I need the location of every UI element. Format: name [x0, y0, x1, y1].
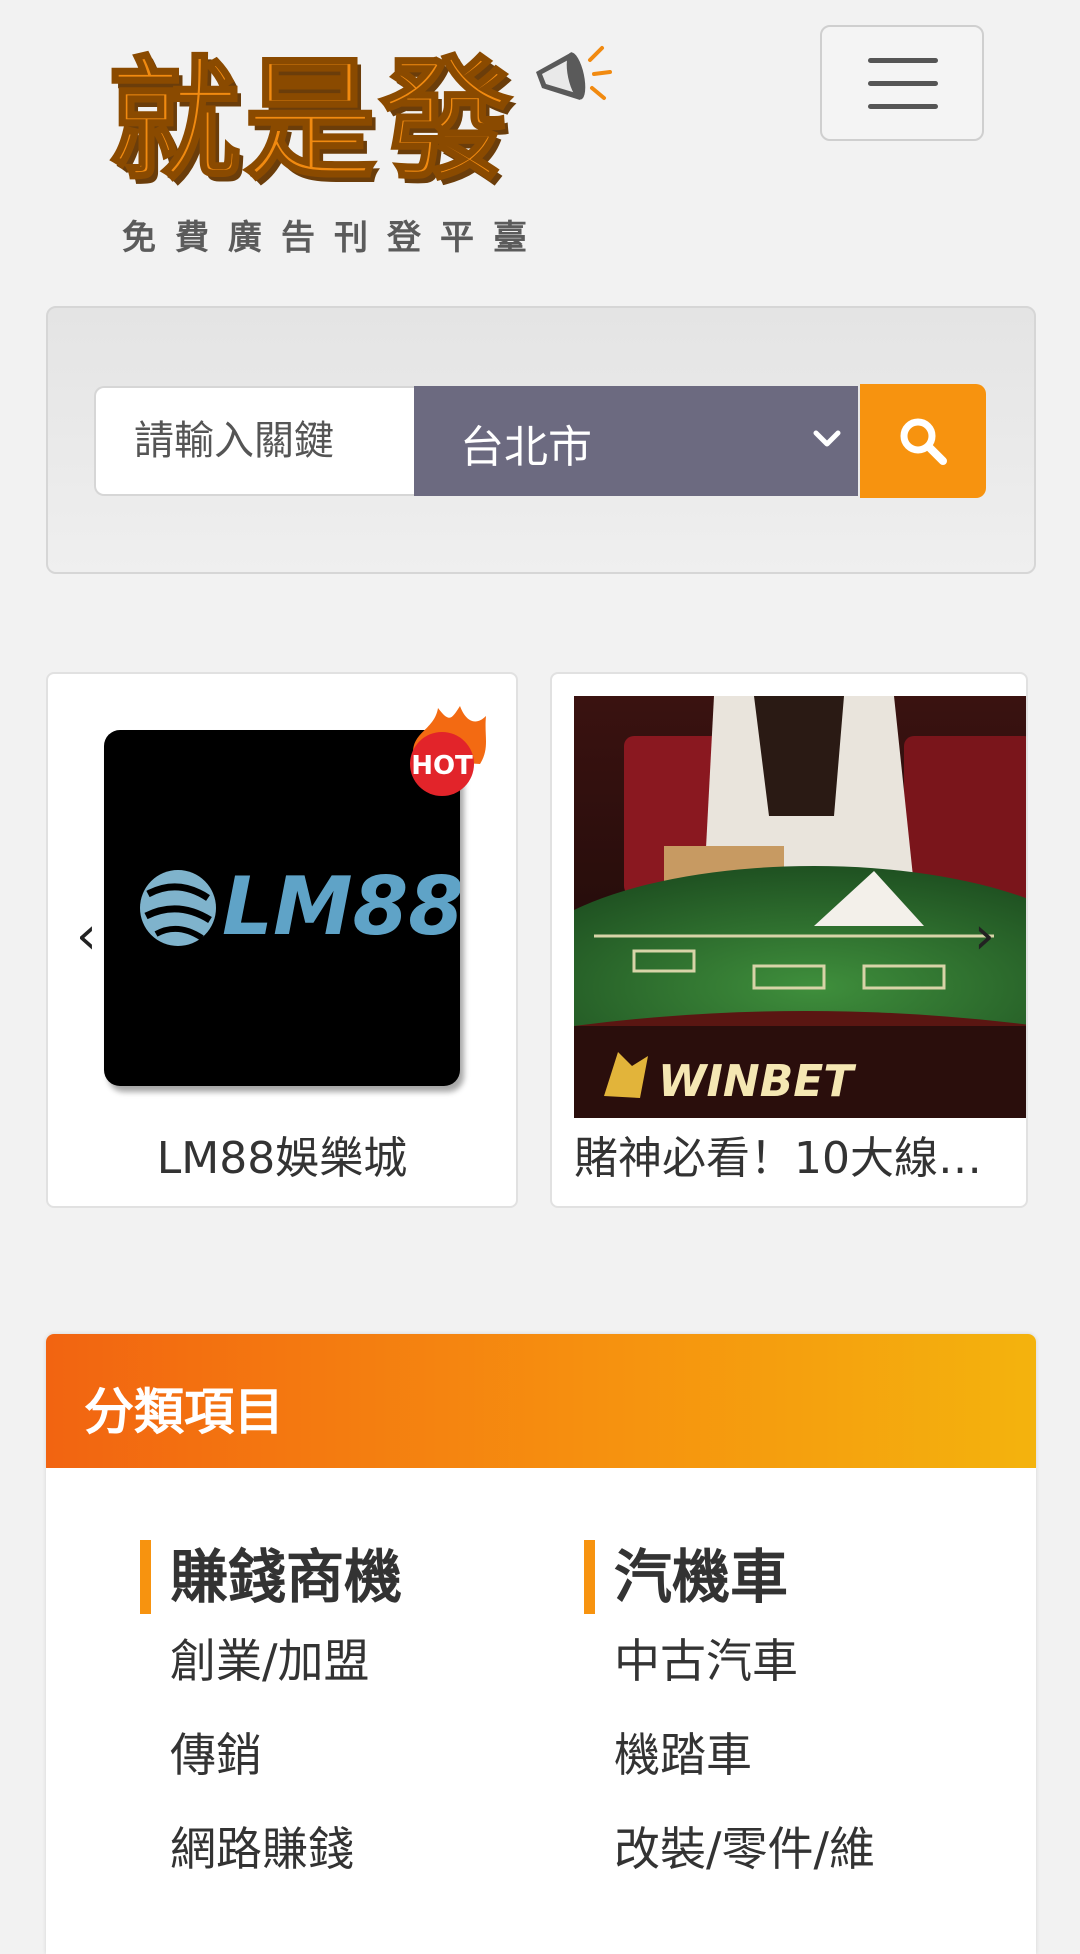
megaphone-icon [536, 46, 612, 100]
category-group: 賺錢商機 創業/加盟 傳銷 網路賺錢 [140, 1540, 402, 1896]
menu-bar-icon [868, 104, 938, 109]
search-input[interactable] [94, 386, 414, 496]
category-group: 汽機車 中古汽車 機踏車 改裝/零件/維 [584, 1540, 875, 1896]
city-select-value: 台北市 [460, 422, 592, 473]
hamburger-menu-button[interactable] [820, 25, 984, 141]
category-link[interactable]: 機踏車 [584, 1708, 875, 1802]
site-logo[interactable]: 就是發 免費廣告刊登平臺 [107, 36, 612, 266]
carousel-prev-button[interactable]: ‹ [76, 906, 97, 966]
carousel-next-button[interactable]: › [974, 906, 995, 966]
logo-title: 就是發 [107, 43, 516, 198]
category-link[interactable]: 改裝/零件/維 [584, 1802, 875, 1896]
hot-badge: HOT [410, 706, 486, 796]
card-title: 賭神必看！10大線上娛樂城推薦 [574, 1133, 1012, 1184]
city-select[interactable]: 台北市 [414, 386, 858, 496]
hot-badge-text: HOT [411, 751, 473, 781]
menu-bar-icon [868, 58, 938, 63]
categories-panel: 分類項目 賺錢商機 創業/加盟 傳銷 網路賺錢 汽機車 中古汽車 機踏車 改裝/… [46, 1334, 1036, 1954]
category-link[interactable]: 創業/加盟 [140, 1614, 402, 1708]
search-button[interactable] [860, 384, 986, 498]
search-icon [900, 418, 947, 465]
carousel-card[interactable]: WINBET 賭神必看！10大線上娛樂城推薦 [550, 672, 1028, 1208]
winbet-casino-image: WINBET [574, 696, 1026, 1118]
chevron-down-icon [813, 430, 841, 447]
lm88-logo-text: LM88 [222, 860, 460, 953]
categories-header: 分類項目 [46, 1334, 1036, 1468]
logo-tagline: 免費廣告刊登平臺 [122, 218, 546, 258]
category-heading[interactable]: 汽機車 [584, 1540, 875, 1614]
category-heading[interactable]: 賺錢商機 [140, 1540, 402, 1614]
carousel-card[interactable]: LM88 HOT LM88娛樂城 [46, 672, 518, 1208]
winbet-logo-text: WINBET [658, 1056, 856, 1107]
categories-title: 分類項目 [84, 1383, 284, 1441]
card-title: LM88娛樂城 [156, 1133, 408, 1184]
category-link[interactable]: 網路賺錢 [140, 1802, 402, 1896]
category-link[interactable]: 傳銷 [140, 1708, 402, 1802]
menu-bar-icon [868, 81, 938, 86]
category-link[interactable]: 中古汽車 [584, 1614, 875, 1708]
